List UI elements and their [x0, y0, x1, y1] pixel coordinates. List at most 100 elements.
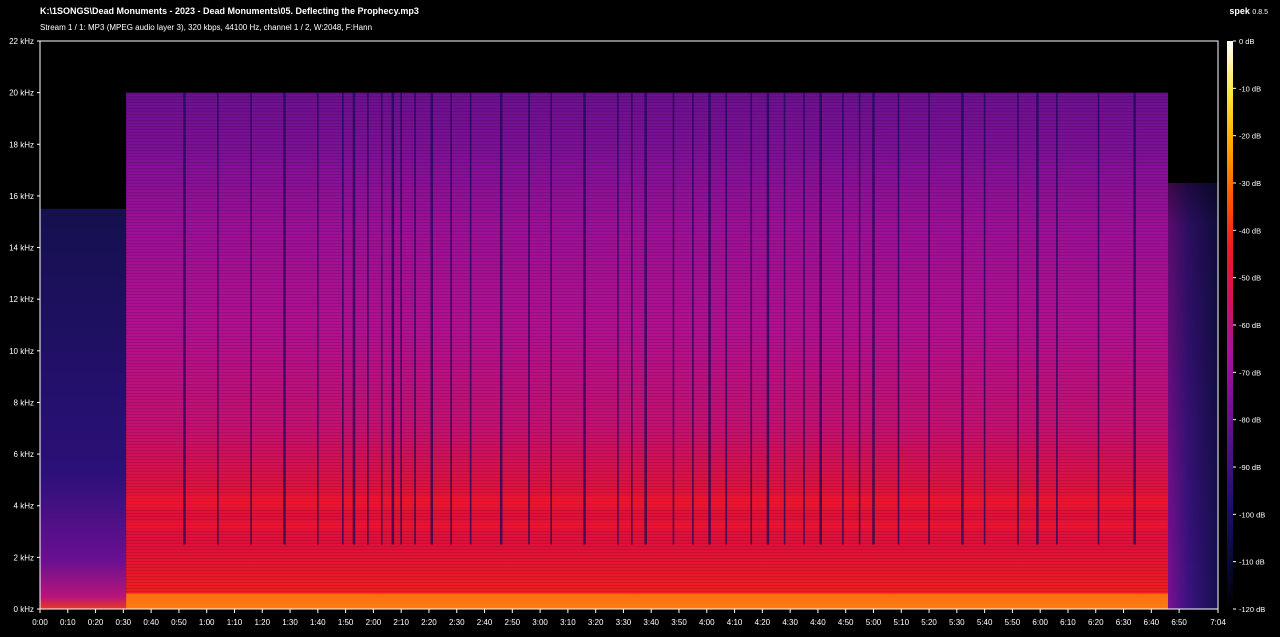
spectrum-dark-stripe: [819, 92, 822, 545]
spectrum-dark-stripe: [342, 92, 344, 545]
x-tick-label: 0:20: [88, 618, 104, 627]
spectrum-band-3khz: [126, 521, 1168, 529]
spectrum-dark-stripe: [183, 92, 186, 545]
y-tick-label: 20 kHz: [9, 89, 34, 98]
db-tick-label: -80 dB: [1239, 416, 1261, 425]
spectrum-dark-stripe: [928, 92, 930, 545]
spectrum-dark-stripe: [283, 92, 286, 545]
spectrum-dark-stripe: [1097, 92, 1100, 545]
db-tick-label: -60 dB: [1239, 321, 1261, 330]
x-tick-label: 7:04: [1210, 618, 1226, 627]
spectrum-dark-stripe: [842, 92, 844, 545]
x-tick-label: 2:20: [421, 618, 437, 627]
y-tick-label: 14 kHz: [9, 244, 34, 253]
x-tick-label: 3:20: [588, 618, 604, 627]
spectrum-dark-stripe: [644, 92, 647, 545]
spectrum-dark-stripe: [414, 92, 416, 545]
x-tick-label: 4:10: [727, 618, 743, 627]
db-tick-label: 0 dB: [1239, 37, 1254, 46]
spectrum-dark-stripe: [430, 92, 433, 545]
spectrum-dark-stripe: [1017, 92, 1019, 545]
spectrum-segment-quiet: [40, 208, 127, 609]
x-tick-label: 6:40: [1144, 618, 1160, 627]
x-tick-label: 5:30: [949, 618, 965, 627]
spectrum-dark-stripe: [550, 92, 553, 545]
x-tick-label: 2:00: [366, 618, 382, 627]
spectrum-dark-stripe: [217, 92, 219, 545]
db-tick-label: -30 dB: [1239, 179, 1261, 188]
spectrum-dark-stripe: [1133, 92, 1136, 545]
x-tick-label: 4:30: [782, 618, 798, 627]
x-tick-label: 0:00: [32, 618, 48, 627]
y-tick-label: 4 kHz: [14, 502, 34, 511]
x-tick-label: 0:50: [171, 618, 187, 627]
x-tick-label: 2:10: [393, 618, 409, 627]
spectrum-dark-stripe: [630, 92, 633, 545]
x-tick-label: 4:50: [838, 618, 854, 627]
spectrum-dark-stripe: [983, 92, 986, 545]
spectrum-band-4khz: [126, 495, 1168, 509]
x-tick-label: 5:10: [893, 618, 909, 627]
db-tick-label: -110 dB: [1239, 558, 1265, 567]
spectrum-dark-stripe: [499, 92, 503, 545]
x-tick-label: 6:00: [1032, 618, 1048, 627]
spectrogram-chart: 0 kHz 2 kHz 4 kHz 6 kHz 8 kHz 10 kHz 12 kHz 14 …: [9, 37, 1265, 627]
spectrum-dark-stripe: [803, 92, 805, 545]
x-tick-label: 3:50: [671, 618, 687, 627]
x-tick-label: 2:40: [477, 618, 493, 627]
y-tick-label: 22 kHz: [9, 37, 34, 46]
y-tick-label: 10 kHz: [9, 347, 34, 356]
x-tick-label: 1:30: [282, 618, 298, 627]
x-tick-label: 0:40: [143, 618, 159, 627]
spectrum-dark-stripe: [400, 92, 402, 545]
spectrum-dark-stripe: [692, 92, 694, 545]
spectrum-dark-stripe: [750, 92, 753, 545]
spectrum-fade-overlay: [1167, 183, 1218, 609]
spectrum-dark-stripe: [872, 92, 875, 545]
x-tick-label: 6:20: [1088, 618, 1104, 627]
x-tick-label: 5:50: [1005, 618, 1021, 627]
spectrum-dark-stripe: [617, 92, 619, 545]
x-tick-label: 2:50: [505, 618, 521, 627]
spectrum-dark-stripe: [961, 92, 964, 545]
x-tick-label: 2:30: [449, 618, 465, 627]
spectrum-dark-stripe: [766, 92, 770, 545]
y-tick-label: 6 kHz: [14, 450, 34, 459]
db-tick-label: -70 dB: [1239, 368, 1261, 377]
y-tick-label: 18 kHz: [9, 140, 34, 149]
db-colorbar: [1227, 41, 1233, 609]
spectrum-dark-stripe: [708, 92, 711, 545]
x-tick-label: 4:20: [755, 618, 771, 627]
spectrum-dark-stripe: [583, 92, 586, 545]
spectrum-dark-stripe: [469, 92, 472, 545]
spectrum-dark-stripe: [528, 92, 530, 545]
db-tick-label: -10 dB: [1239, 84, 1261, 93]
x-tick-label: 3:40: [643, 618, 659, 627]
x-tick-label: 3:10: [560, 618, 576, 627]
x-tick-label: 3:00: [532, 618, 548, 627]
y-tick-label: 2 kHz: [14, 553, 34, 562]
spectrum-dark-stripe: [725, 92, 728, 545]
x-tick-label: 1:40: [310, 618, 326, 627]
y-tick-label: 8 kHz: [14, 398, 34, 407]
spectrum-dark-stripe: [858, 92, 861, 545]
spectrum-dark-stripe: [1056, 92, 1058, 545]
spectrum-dark-stripe: [367, 92, 369, 545]
db-tick-label: -100 dB: [1239, 510, 1265, 519]
y-tick-label: 12 kHz: [9, 295, 34, 304]
spek-window: K:\1SONGS\Dead Monuments - 2023 - Dead M…: [0, 0, 1280, 637]
x-tick-label: 4:40: [810, 618, 826, 627]
x-tick-label: 1:10: [227, 618, 243, 627]
spectrum-dark-stripe: [380, 92, 383, 545]
spectrum-harmonic-lines: [126, 92, 1168, 610]
spectrum-dark-stripe: [352, 92, 356, 545]
x-tick-label: 5:00: [866, 618, 882, 627]
spectrum-dark-stripe: [783, 92, 786, 545]
spectrum-dark-stripe: [250, 92, 252, 545]
spectrum-dark-stripe: [391, 92, 395, 545]
db-tick-label: -40 dB: [1239, 226, 1261, 235]
x-tick-label: 6:50: [1171, 618, 1187, 627]
x-tick-label: 0:30: [116, 618, 132, 627]
x-tick-label: 1:00: [199, 618, 215, 627]
x-tick-label: 1:20: [254, 618, 270, 627]
